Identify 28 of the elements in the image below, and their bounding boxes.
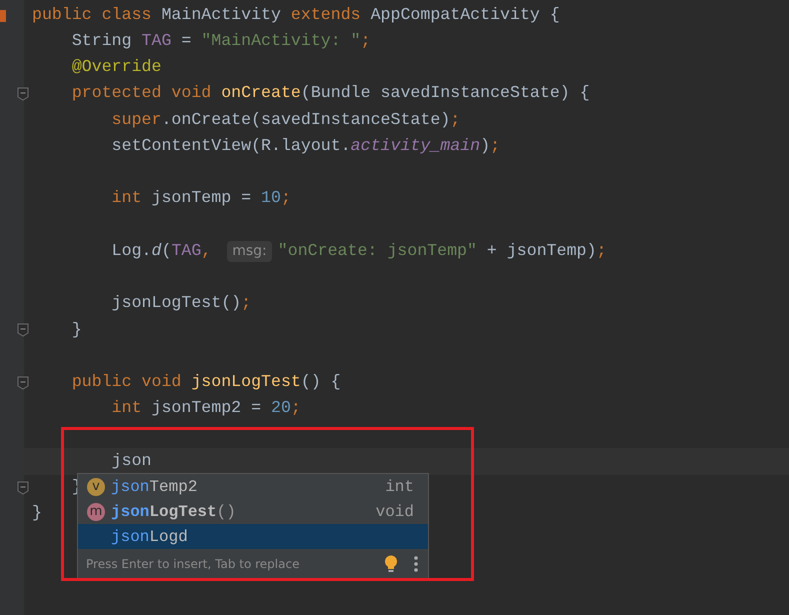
fold-icon[interactable] [17,480,29,494]
completion-item[interactable]: m jsonLogTest() void [78,499,428,524]
kind-badge-icon: m [87,502,105,520]
code-line: jsonLogTest(); [110,292,252,314]
code-line: int jsonTemp2 = 20; [110,397,301,420]
fold-icon[interactable] [17,86,29,101]
completion-item[interactable]: v jsonTemp2 int [78,474,428,499]
code-line: int jsonTemp = 10; [110,187,291,210]
kind-badge-icon: v [87,478,105,496]
code-line: String TAG = "MainActivity: "; [70,30,371,52]
completion-item[interactable]: jsonLogd [78,524,428,549]
fold-icon[interactable] [17,323,29,337]
code-line: "onCreate: jsonTemp" + jsonTemp); [278,240,606,262]
code-line: } [70,318,82,341]
code-line: super.onCreate(savedInstanceState); [110,108,460,131]
code-line: public class MainActivity extends AppCompatActivity { [32,4,560,26]
parameter-hint: msg: [227,240,272,262]
code-line: protected void onCreate(Bundle savedInstanceState) { [70,82,590,104]
code-line: } [32,502,42,524]
lightbulb-icon[interactable] [384,554,398,572]
code-line: Log.d(TAG, [110,240,212,262]
more-options-icon[interactable] [414,556,418,572]
code-line: @Override [70,56,162,78]
code-line: setContentView(R.layout.activity_main); [110,134,500,157]
footer-hint: Press Enter to insert, Tab to replace [86,556,300,572]
fold-icon[interactable] [17,376,29,390]
code-line: json [110,450,152,472]
code-line: public void jsonLogTest() { [70,371,341,394]
